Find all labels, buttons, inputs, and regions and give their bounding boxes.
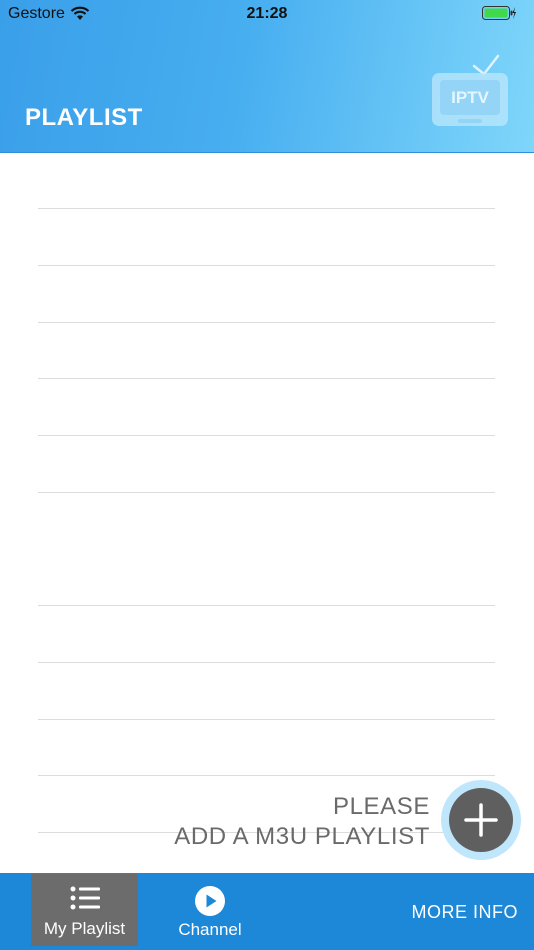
battery-icon [482, 6, 516, 20]
empty-message-line2: ADD A M3U PLAYLIST [174, 823, 430, 850]
iptv-logo: IPTV [428, 50, 512, 130]
add-playlist-button[interactable] [449, 788, 513, 852]
header: Gestore 21:28 PLAYLIST IPTV [0, 0, 534, 153]
empty-message-line1: PLEASE [333, 793, 430, 820]
list-divider [38, 322, 495, 323]
list-divider [38, 662, 495, 663]
empty-playlist-message: PLEASE ADD A M3U PLAYLIST [174, 792, 430, 852]
clock: 21:28 [246, 5, 288, 22]
list-divider [38, 265, 495, 266]
list-divider [38, 605, 495, 606]
tab-my-playlist[interactable]: My Playlist [31, 874, 138, 946]
play-circle-icon [194, 885, 226, 922]
more-info-link[interactable]: MORE INFO [412, 902, 519, 923]
tab-channel-label: Channel [178, 920, 242, 939]
list-divider [38, 435, 495, 436]
list-icon [70, 885, 100, 916]
list-divider [38, 775, 495, 776]
plus-icon [464, 803, 498, 837]
list-divider [38, 208, 495, 209]
tab-channel[interactable]: Channel [160, 873, 260, 950]
status-bar: Gestore 21:28 [0, 0, 534, 28]
playlist-list [0, 153, 534, 873]
svg-text:IPTV: IPTV [451, 88, 489, 107]
list-divider [38, 492, 495, 493]
tab-my-playlist-label: My Playlist [43, 919, 126, 938]
bottom-tab-bar: My Playlist Channel MORE INFO [0, 873, 534, 950]
list-divider [38, 378, 495, 379]
page-title: PLAYLIST [25, 104, 143, 131]
list-divider [38, 719, 495, 720]
